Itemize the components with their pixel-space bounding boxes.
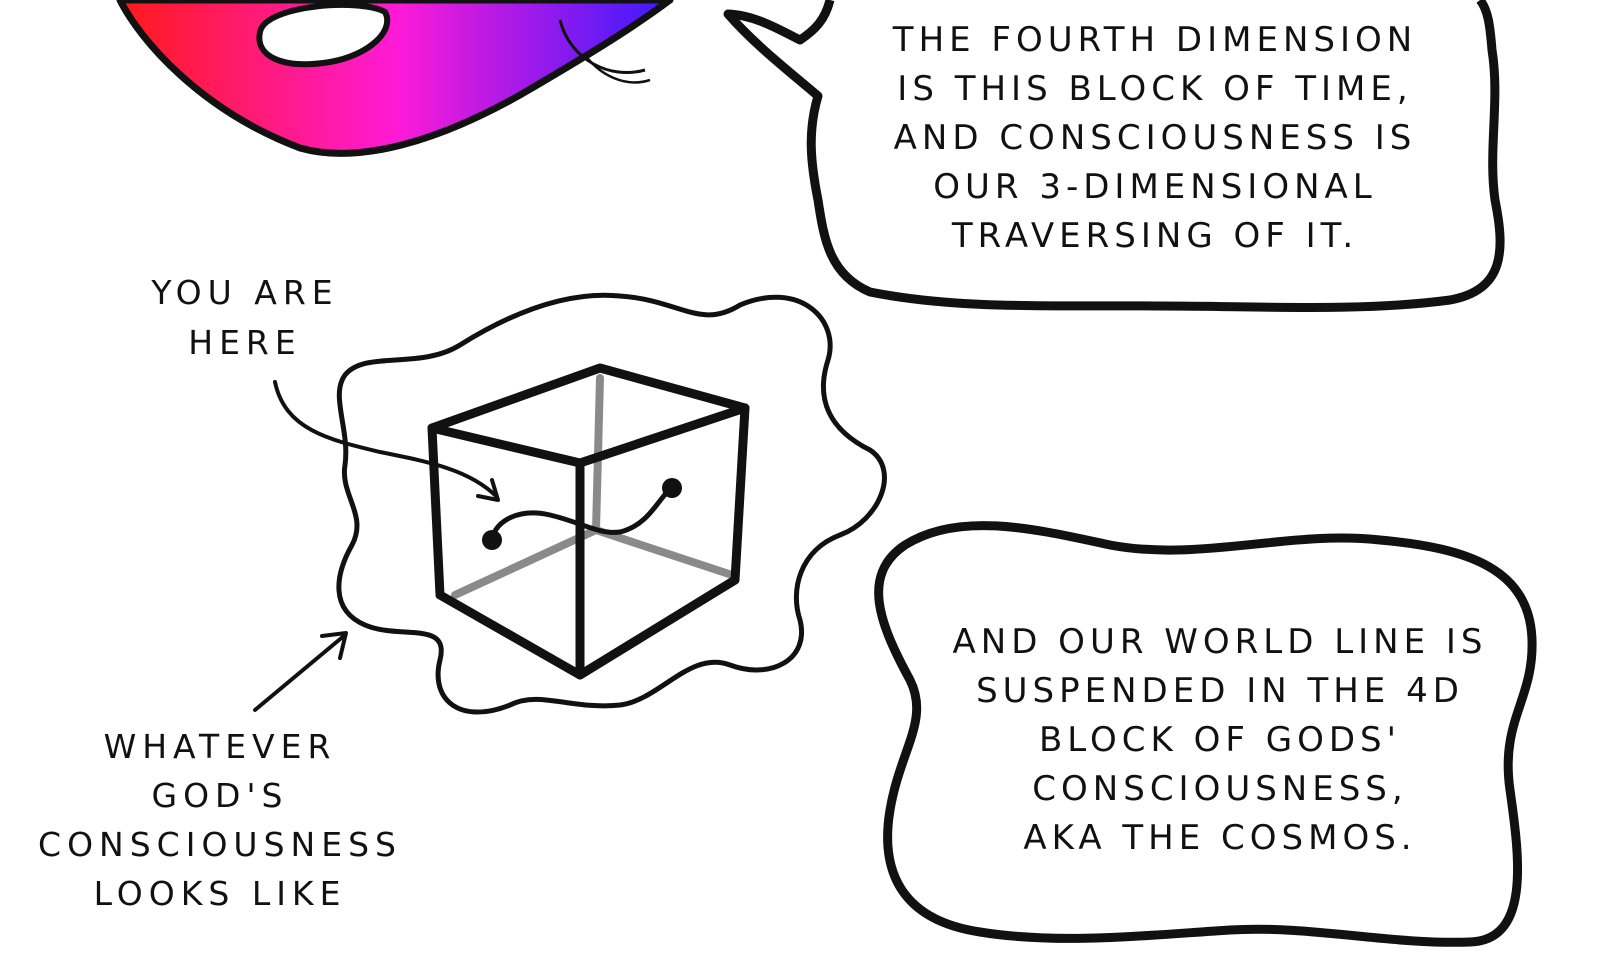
- cube: [427, 363, 750, 680]
- speech-line: CONSCIOUSNESS,: [1032, 769, 1408, 809]
- god-consciousness-label: WHATEVER GOD'S CONSCIOUSNESS LOOKS LIKE: [20, 722, 420, 918]
- label-line: WHATEVER: [103, 727, 337, 766]
- ear-curl-2: [584, 54, 651, 84]
- speech-bubble-top-text: THE FOURTH DIMENSION IS THIS BLOCK OF TI…: [860, 16, 1450, 261]
- you-are-here-arrow: [273, 380, 500, 502]
- god-consciousness-arrow: [253, 631, 348, 712]
- speech-line: SUSPENDED IN THE 4D: [976, 671, 1464, 711]
- you-are-here-label: YOU ARE HERE: [130, 268, 360, 368]
- speech-bubble-bottom-text: AND OUR WORLD LINE IS SUSPENDED IN THE 4…: [940, 618, 1500, 863]
- speech-line: AND OUR WORLD LINE IS: [952, 622, 1488, 662]
- speech-line: THE FOURTH DIMENSION: [892, 20, 1418, 60]
- label-line: HERE: [188, 323, 302, 362]
- speech-line: AKA THE COSMOS.: [1023, 818, 1417, 858]
- label-line: YOU ARE: [151, 273, 339, 312]
- speech-line: OUR 3-DIMENSIONAL: [933, 167, 1377, 207]
- consciousness-cloud: [336, 292, 887, 715]
- label-line: GOD'S: [151, 776, 289, 815]
- speech-line: IS THIS BLOCK OF TIME,: [897, 69, 1413, 109]
- character-head: [116, 0, 674, 157]
- label-line: LOOKS LIKE: [93, 874, 347, 913]
- speech-line: BLOCK OF GODS': [1038, 720, 1401, 760]
- cube-hidden-edges: [451, 374, 736, 599]
- head-shape: [116, 0, 674, 157]
- speech-line: TRAVERSING OF IT.: [951, 216, 1359, 256]
- label-line: CONSCIOUSNESS: [38, 825, 402, 864]
- world-line-start-dot: [482, 530, 502, 550]
- world-line-end-dot: [662, 478, 682, 498]
- speech-line: AND CONSCIOUSNESS IS: [893, 118, 1417, 158]
